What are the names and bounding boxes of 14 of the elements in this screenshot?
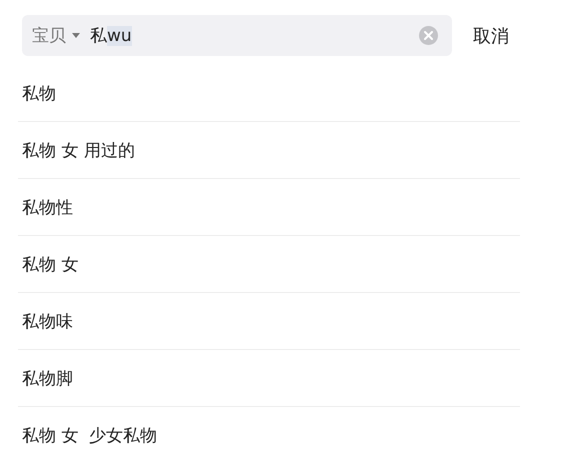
suggestion-item[interactable]: 私物 (18, 65, 520, 122)
clear-icon[interactable] (419, 26, 438, 45)
suggestion-item[interactable]: 私物 女 少女私物 (18, 407, 520, 452)
suggestion-item[interactable]: 私物性 (18, 179, 520, 236)
search-text: 私 (90, 25, 107, 47)
scope-dropdown[interactable]: 宝贝 (32, 24, 80, 47)
suggestion-item[interactable]: 私物 女 (18, 236, 520, 293)
suggestion-item[interactable]: 私物味 (18, 293, 520, 350)
suggestion-item[interactable]: 私物脚 (18, 350, 520, 407)
suggestion-item[interactable]: 私物 女 用过的 (18, 122, 520, 179)
cancel-button[interactable]: 取消 (473, 24, 509, 48)
caret-icon (72, 33, 80, 38)
composing-text: wu (107, 26, 132, 46)
search-field[interactable]: 宝贝 私wu (22, 15, 452, 56)
